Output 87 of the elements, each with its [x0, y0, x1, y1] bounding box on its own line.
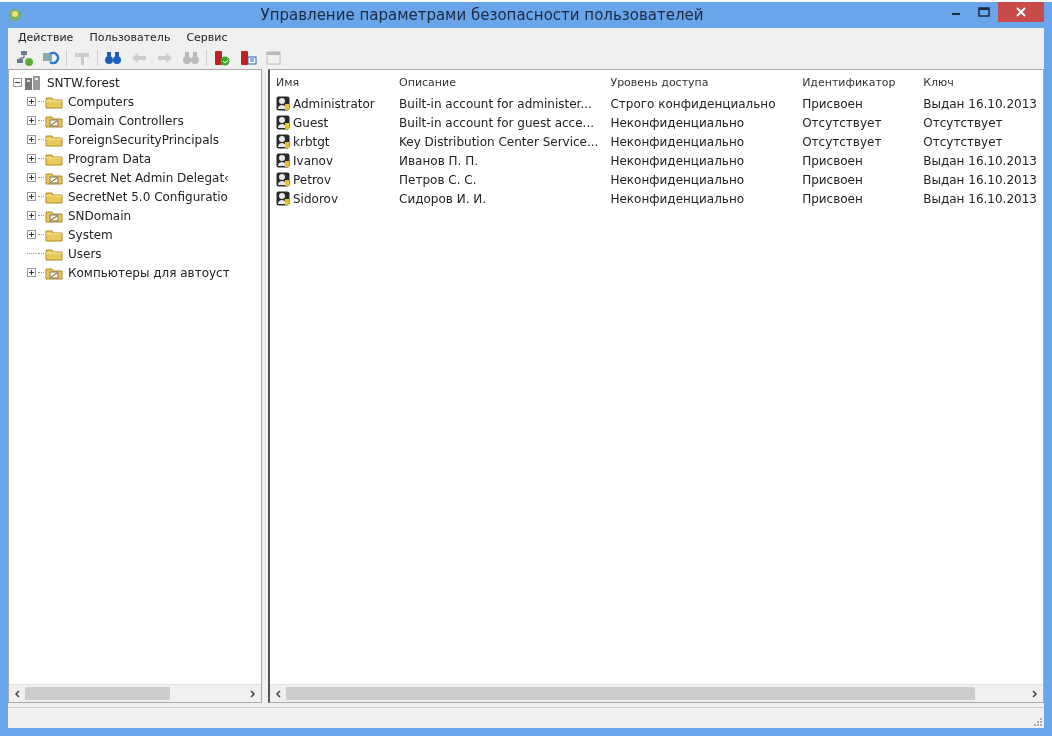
close-button[interactable]	[998, 2, 1044, 22]
table-cell-text: Неконфиденциально	[609, 190, 746, 208]
user-name: Ivanov	[293, 153, 334, 168]
close-icon	[1016, 7, 1026, 17]
expand-box-icon[interactable]	[27, 116, 36, 125]
folder-icon	[45, 132, 63, 147]
tree-item[interactable]: Компьютеры для автоуст	[67, 265, 231, 280]
table-cell-text: Неконфиденциально	[609, 133, 746, 151]
user-icon	[276, 96, 290, 111]
scroll-right-icon[interactable]	[250, 689, 256, 698]
user-icon	[276, 115, 290, 130]
tree-item[interactable]: SNTW.forest	[46, 75, 121, 90]
organizational-unit-icon	[45, 265, 63, 280]
expand-box-icon[interactable]	[27, 135, 36, 144]
expand-box-icon[interactable]	[27, 173, 36, 182]
user-icon	[276, 153, 290, 168]
user-icon	[276, 134, 290, 149]
window-title: Управление параметрами безопасности пользователей	[259, 6, 705, 24]
table-cell-text: Built-in account for administer...	[398, 95, 593, 113]
horizontal-scrollbar[interactable]	[270, 684, 1043, 702]
table-cell-text: Присвоен	[801, 171, 864, 189]
user-name: Sidorov	[293, 191, 339, 206]
maximize-icon	[978, 7, 990, 17]
table-cell-text: Присвоен	[801, 152, 864, 170]
table-cell-text: Неконфиденциально	[609, 171, 746, 189]
scroll-left-icon[interactable]	[275, 689, 281, 698]
resize-grip-icon[interactable]	[1034, 718, 1042, 726]
user-icon	[276, 191, 290, 206]
menu-item[interactable]: Пользователь	[87, 31, 173, 44]
user-name: Administrator	[293, 96, 375, 111]
table-cell-text: Key Distribution Center Service...	[398, 133, 600, 151]
table-cell-text: Выдан 16.10.2013	[922, 171, 1038, 189]
column-header[interactable]: Ключ	[917, 70, 1043, 94]
column-header[interactable]: Идентификатор	[796, 70, 918, 94]
user-name: Guest	[293, 115, 329, 130]
folder-icon	[45, 189, 63, 204]
table-cell-text: Выдан 16.10.2013	[922, 190, 1038, 208]
column-header[interactable]: Описание	[393, 70, 605, 94]
table-cell-text: Выдан 16.10.2013	[922, 152, 1038, 170]
table-cell-text: Отсутствует	[922, 114, 1004, 132]
user-name: krbtgt	[293, 134, 330, 149]
expand-box-icon[interactable]	[27, 230, 36, 239]
scroll-right-icon[interactable]	[1032, 689, 1038, 698]
collapse-box-icon[interactable]	[13, 78, 22, 87]
table-cell-text: Присвоен	[801, 190, 864, 208]
table-cell-text: Сидоров И. И.	[398, 190, 488, 208]
menu-item[interactable]: Сервис	[184, 31, 230, 44]
organizational-unit-icon	[45, 208, 63, 223]
table-cell-text: Строго конфиденциально	[609, 95, 777, 113]
folder-icon	[45, 94, 63, 109]
column-header[interactable]: Имя	[270, 70, 394, 94]
table-cell-text: Отсутствует	[801, 114, 883, 132]
tree-item[interactable]: Users	[67, 246, 103, 261]
expand-box-icon[interactable]	[27, 268, 36, 277]
table-cell-text: Неконфиденциально	[609, 152, 746, 170]
user-name: Petrov	[293, 172, 331, 187]
organizational-unit-icon	[45, 170, 63, 185]
tree-item[interactable]: System	[67, 227, 114, 242]
folder-icon	[45, 246, 63, 261]
menu-item[interactable]: Действие	[16, 31, 76, 44]
tree-item[interactable]: Program Data	[67, 151, 153, 166]
tree-item[interactable]: Domain Controllers	[67, 113, 185, 128]
tree-item[interactable]: SecretNet 5.0 Configuratio	[67, 189, 229, 204]
tree-item[interactable]: ForeignSecurityPrincipals	[67, 132, 221, 147]
table-cell-text: Присвоен	[801, 95, 864, 113]
column-header[interactable]: Уровень доступа	[604, 70, 797, 94]
scroll-left-icon[interactable]	[14, 689, 20, 698]
tree-item[interactable]: SNDomain	[67, 208, 133, 223]
folder-icon	[45, 151, 63, 166]
tree-item[interactable]: Secret Net Admin Delegat‹	[67, 170, 230, 185]
table-cell-text: Выдан 16.10.2013	[922, 95, 1038, 113]
expand-box-icon[interactable]	[27, 97, 36, 106]
app-icon	[8, 8, 22, 22]
table-cell-text: Неконфиденциально	[609, 114, 746, 132]
table-cell-text: Отсутствует	[922, 133, 1004, 151]
table-cell-text: Иванов П. П.	[398, 152, 479, 170]
folder-icon	[45, 227, 63, 242]
expand-box-icon[interactable]	[27, 192, 36, 201]
user-icon	[276, 172, 290, 187]
organizational-unit-icon	[45, 113, 63, 128]
expand-box-icon[interactable]	[27, 211, 36, 220]
table-cell-text: Петров С. С.	[398, 171, 478, 189]
table-cell-text: Отсутствует	[801, 133, 883, 151]
expand-box-icon[interactable]	[27, 154, 36, 163]
tree-item[interactable]: Computers	[67, 94, 135, 109]
table-cell-text: Built-in account for guest acce...	[398, 114, 596, 132]
horizontal-scrollbar[interactable]	[9, 684, 261, 702]
